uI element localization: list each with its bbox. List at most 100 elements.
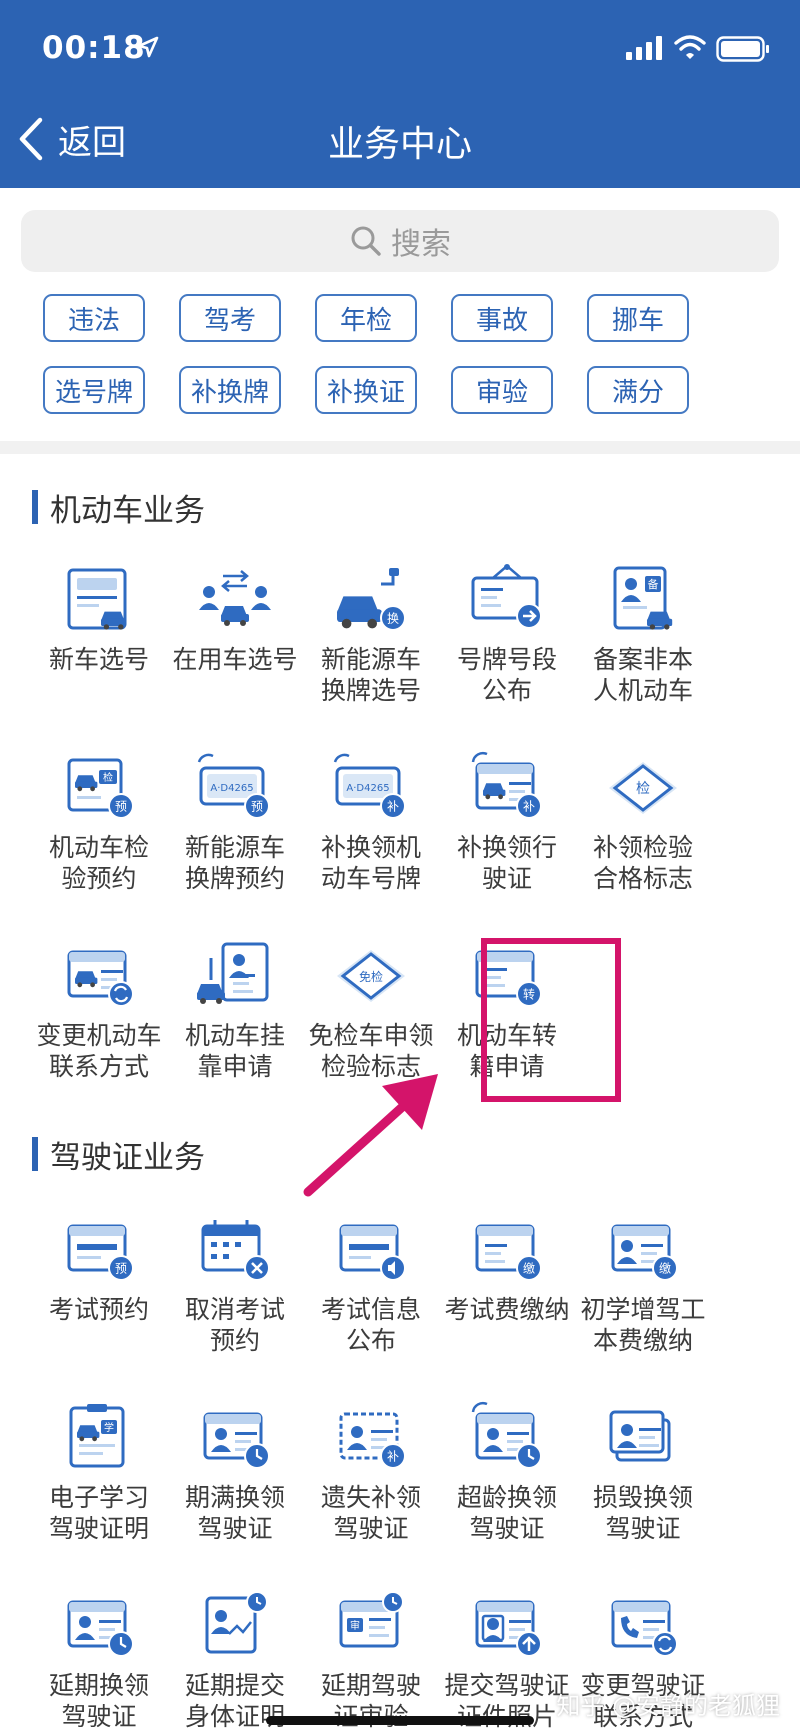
svg-text:检: 检 xyxy=(636,781,650,797)
fee-card-icon: 缴 xyxy=(568,1212,718,1288)
service-tile[interactable]: 预考试预约 xyxy=(24,1212,174,1325)
svg-text:A·D4265: A·D4265 xyxy=(210,783,253,794)
license-replace-icon: 补 xyxy=(432,750,582,826)
service-label: 延期换领 驾驶证 xyxy=(48,1671,149,1731)
record-doc-icon: 备 xyxy=(568,562,718,638)
service-label: 补领检验 合格标志 xyxy=(592,833,693,893)
service-label: 变更机动车 联系方式 xyxy=(36,1021,162,1081)
section-accent-bar xyxy=(32,490,38,524)
service-label: 超龄换领 驾驶证 xyxy=(456,1483,557,1543)
service-tile[interactable]: 缴考试费缴纳 xyxy=(432,1212,582,1325)
service-tile[interactable]: 在用车选号 xyxy=(160,562,310,675)
quick-tag[interactable]: 补换牌 xyxy=(179,366,281,414)
service-tile[interactable]: 变更机动车 联系方式 xyxy=(24,938,174,1082)
svg-text:学: 学 xyxy=(104,1421,114,1434)
service-label: 考试信息 公布 xyxy=(320,1295,421,1355)
svg-text:缴: 缴 xyxy=(659,1260,671,1275)
quick-tag[interactable]: 满分 xyxy=(587,366,689,414)
svg-text:预: 预 xyxy=(115,799,127,813)
search-input[interactable]: 搜索 xyxy=(21,210,779,272)
inspection-booking-icon: 检 预 xyxy=(24,750,174,826)
notice-board-icon xyxy=(432,562,582,638)
delay-review-icon: 审 xyxy=(296,1588,446,1664)
service-label: 损毁换领 驾驶证 xyxy=(592,1483,693,1543)
ev-plate-booking-icon: A·D4265 预 xyxy=(160,750,310,826)
svg-text:缴: 缴 xyxy=(523,1260,535,1275)
service-tile[interactable]: 超龄换领 驾驶证 xyxy=(432,1400,582,1544)
page-title: 业务中心 xyxy=(327,124,472,165)
service-label: 电子学习 驾驶证明 xyxy=(48,1483,149,1543)
service-tile[interactable]: 学 电子学习 驾驶证明 xyxy=(24,1400,174,1544)
service-tile[interactable]: 补补换领行 驶证 xyxy=(432,750,582,894)
service-tile[interactable]: 期满换领 驾驶证 xyxy=(160,1400,310,1544)
quick-tag[interactable]: 事故 xyxy=(451,294,553,342)
svg-text:补: 补 xyxy=(387,799,399,813)
service-label: 考试费缴纳 xyxy=(444,1295,570,1324)
service-tile[interactable]: 审 延期驾驶 证审验 xyxy=(296,1588,446,1732)
quick-tag[interactable]: 年检 xyxy=(315,294,417,342)
plate-replace-icon: A·D4265 补 xyxy=(296,750,446,826)
affiliation-icon xyxy=(160,938,310,1014)
svg-text:审: 审 xyxy=(350,1619,360,1632)
service-label: 新车选号 xyxy=(48,645,149,674)
service-tile[interactable]: 机动车挂 靠申请 xyxy=(160,938,310,1082)
battery-icon xyxy=(716,36,769,62)
exam-info-icon xyxy=(296,1212,446,1288)
service-label: 初学增驾工 本费缴纳 xyxy=(580,1295,706,1355)
service-tile[interactable]: A·D4265 预新能源车 换牌预约 xyxy=(160,750,310,894)
service-tile[interactable]: 延期提交 身体证明 xyxy=(160,1588,310,1732)
service-label: 机动车挂 靠申请 xyxy=(184,1021,285,1081)
study-cert-icon: 学 xyxy=(24,1400,174,1476)
service-tile[interactable]: 损毁换领 驾驶证 xyxy=(568,1400,718,1544)
section-accent-bar xyxy=(32,1137,38,1171)
service-tile[interactable]: 补遗失补领 驾驶证 xyxy=(296,1400,446,1544)
cell-signal-icon xyxy=(626,36,662,60)
quick-tag[interactable]: 选号牌 xyxy=(43,366,145,414)
annotation-arrow-icon xyxy=(303,1074,438,1197)
quick-tag[interactable]: 挪车 xyxy=(587,294,689,342)
car-exchange-icon xyxy=(160,562,310,638)
section-title-text: 机动车业务 xyxy=(50,492,205,529)
service-label: 在用车选号 xyxy=(172,645,298,674)
expiry-renew-icon xyxy=(160,1400,310,1476)
svg-text:A·D4265: A·D4265 xyxy=(346,783,389,794)
quick-tag[interactable]: 驾考 xyxy=(179,294,281,342)
delay-renew-icon xyxy=(24,1588,174,1664)
license-contact-icon xyxy=(568,1588,718,1664)
service-tile[interactable]: 检 预机动车检 验预约 xyxy=(24,750,174,894)
service-tile[interactable]: 号牌号段 公布 xyxy=(432,562,582,706)
service-label: 补换领行 驶证 xyxy=(456,833,557,893)
service-tile[interactable]: 换新能源车 换牌选号 xyxy=(296,562,446,706)
contact-change-icon xyxy=(24,938,174,1014)
service-tile[interactable]: 取消考试 预约 xyxy=(160,1212,310,1356)
service-label: 考试预约 xyxy=(48,1295,149,1324)
ev-car-icon: 换 xyxy=(296,562,446,638)
service-tile[interactable]: 备 备案非本 人机动车 xyxy=(568,562,718,706)
section-title-vehicle: 机动车业务 xyxy=(32,487,205,529)
exam-booking-icon: 预 xyxy=(24,1212,174,1288)
service-tile[interactable]: 考试信息 公布 xyxy=(296,1212,446,1356)
service-label: 期满换领 驾驶证 xyxy=(184,1483,285,1543)
service-tile[interactable]: 缴初学增驾工 本费缴纳 xyxy=(568,1212,718,1356)
quick-tag[interactable]: 违法 xyxy=(43,294,145,342)
header-bar: 00:18 返回 业务中心 xyxy=(0,0,800,188)
status-time: 00:18 xyxy=(42,30,146,66)
search-placeholder: 搜索 xyxy=(391,227,451,262)
quick-tag[interactable]: 补换证 xyxy=(315,366,417,414)
quick-tag[interactable]: 审验 xyxy=(451,366,553,414)
service-label: 遗失补领 驾驶证 xyxy=(320,1483,421,1543)
service-tile[interactable]: 检补领检验 合格标志 xyxy=(568,750,718,894)
section-title-license: 驾驶证业务 xyxy=(32,1134,205,1176)
service-tile[interactable]: A·D4265 补补换领机 动车号牌 xyxy=(296,750,446,894)
service-tile[interactable]: 延期换领 驾驶证 xyxy=(24,1588,174,1732)
service-label: 取消考试 预约 xyxy=(184,1295,285,1355)
service-label: 号牌号段 公布 xyxy=(456,645,557,705)
search-icon xyxy=(351,226,381,256)
svg-text:补: 补 xyxy=(523,799,535,813)
section-title-text: 驾驶证业务 xyxy=(50,1139,205,1176)
svg-text:检: 检 xyxy=(103,771,113,784)
service-tile[interactable]: 新车选号 xyxy=(24,562,174,675)
home-indicator xyxy=(266,1716,534,1725)
photo-submit-icon xyxy=(432,1588,582,1664)
plate-number-icon xyxy=(24,562,174,638)
